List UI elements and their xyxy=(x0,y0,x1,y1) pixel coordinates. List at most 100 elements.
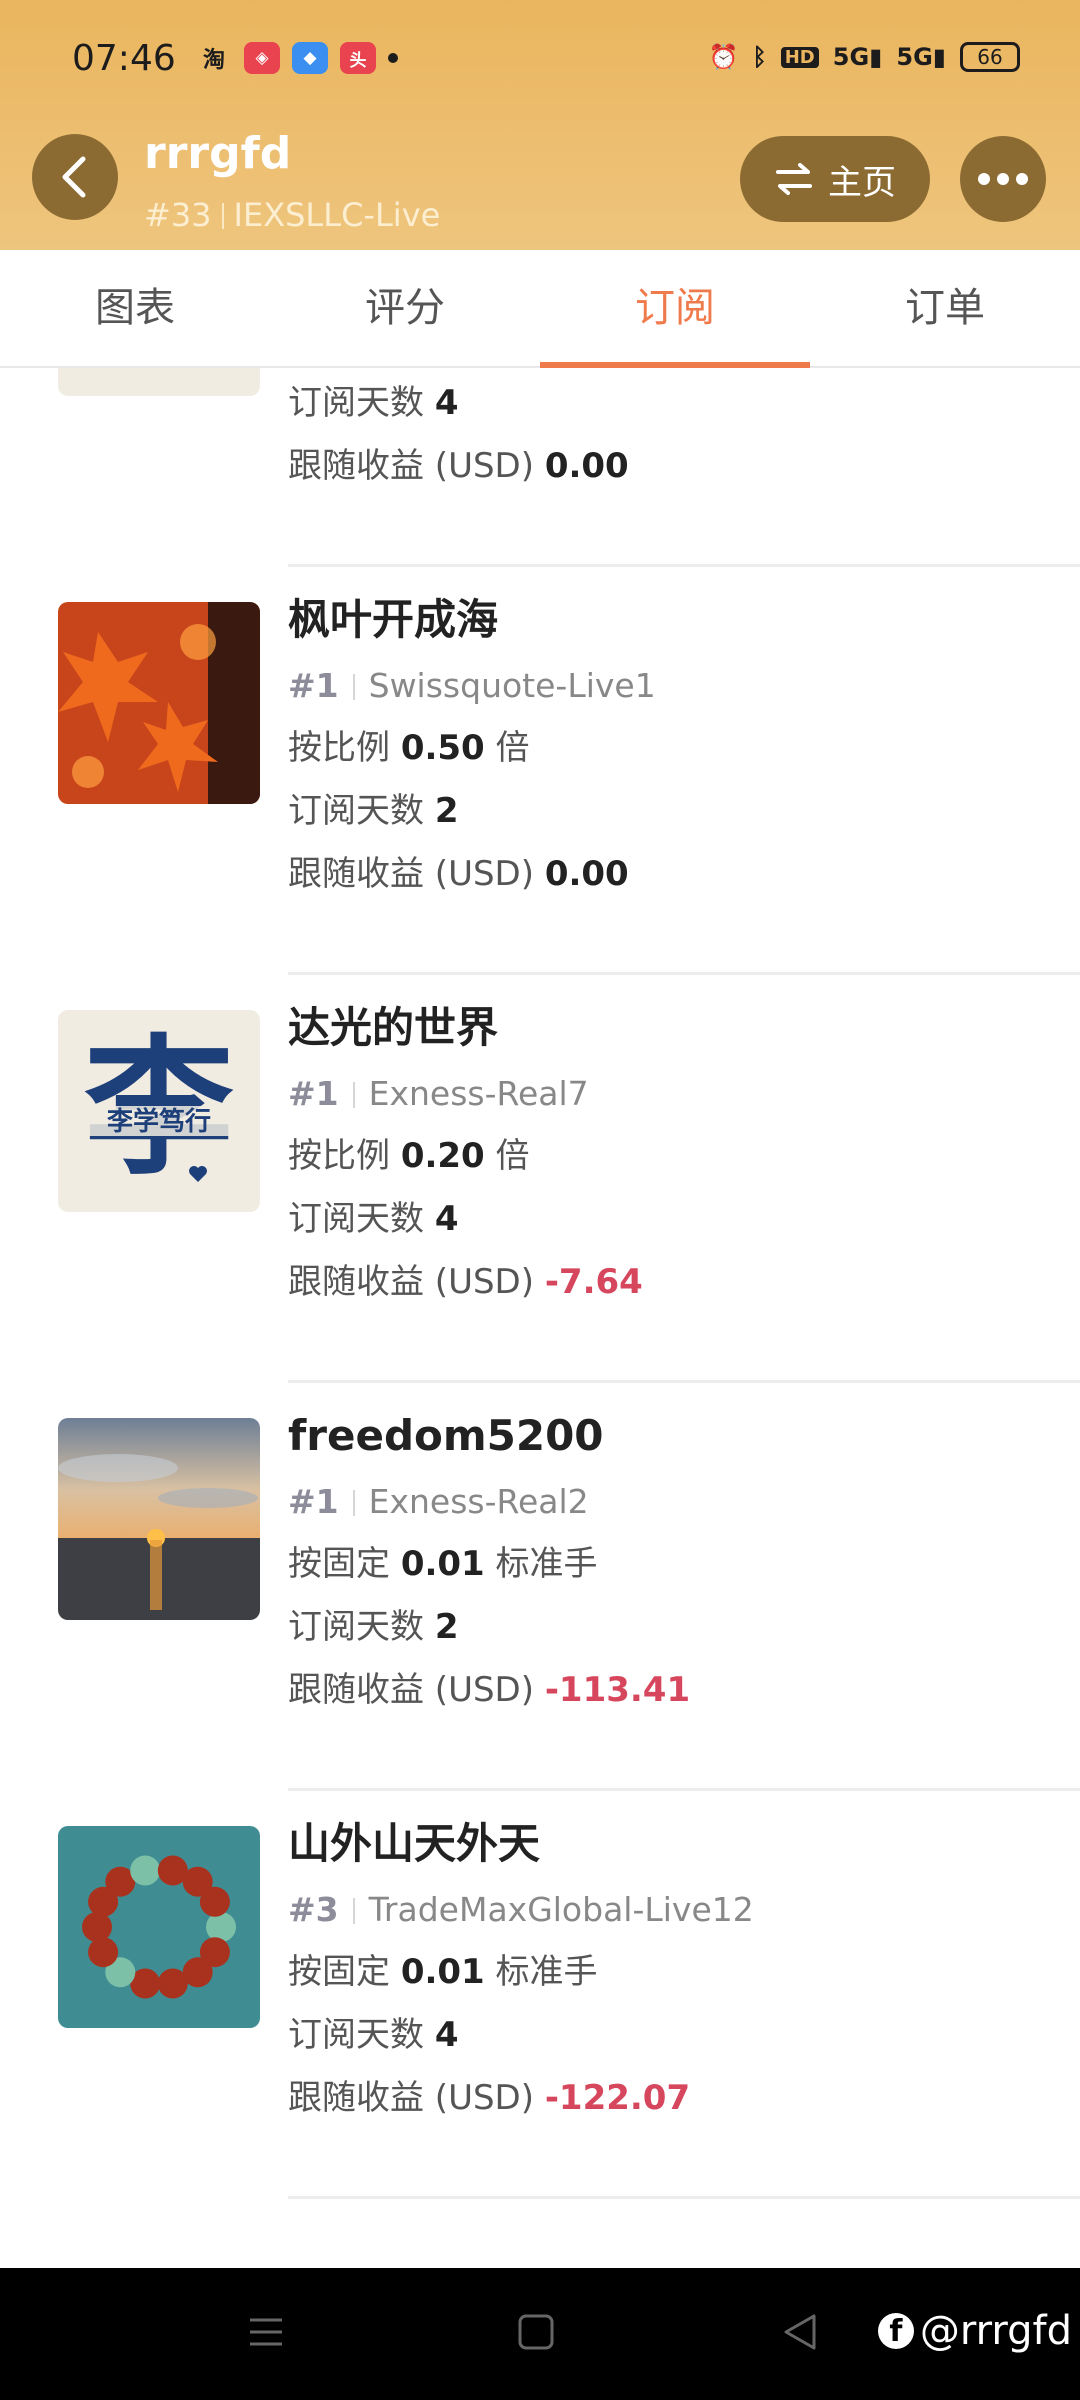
separator xyxy=(352,674,355,700)
copy-mode-unit: 倍 xyxy=(495,728,530,768)
subscription-list[interactable]: 李 李学笃行 #2Exness-Real7 按比例 0.20 倍 订阅天数 4 … xyxy=(0,368,1080,2268)
provider-name[interactable]: 山外山天外天 xyxy=(288,1810,754,1878)
follow-profit-label: 跟随收益 (USD) xyxy=(288,854,534,894)
status-time: 07:46 xyxy=(72,38,176,79)
subscription-info: freedom5200 #1 Exness-Real2 按固定 0.01 标准手 … xyxy=(288,1402,690,1722)
subscription-item[interactable]: 山外山天外天 #3 TradeMaxGlobal-Live12 按固定 0.01 … xyxy=(0,1790,1080,2199)
provider-server: TradeMaxGlobal-Live12 xyxy=(368,1890,754,1929)
subscription-days-label: 订阅天数 xyxy=(288,2015,424,2055)
copy-mode-value: 0.01 xyxy=(400,1544,485,1584)
subscription-days-label: 订阅天数 xyxy=(288,791,424,831)
signal-icon-2: 5G▮ xyxy=(896,43,946,71)
header-server: IEXSLLC-Live xyxy=(233,196,441,234)
battery-icon: 66 xyxy=(960,42,1020,72)
separator xyxy=(352,1082,355,1108)
tab-rating[interactable]: 评分 xyxy=(270,250,540,366)
subscription-info: 枫叶开成海 #1 Swissquote-Live1 按比例 0.50 倍 订阅天数… xyxy=(288,586,656,906)
provider-avatar[interactable] xyxy=(58,602,260,804)
provider-server: Exness-Real2 xyxy=(368,1482,589,1521)
subscription-days-value: 2 xyxy=(434,1607,459,1647)
bluetooth-icon: ᛒ xyxy=(752,43,767,71)
chevron-left-icon xyxy=(62,156,86,198)
copy-mode-value: 0.50 xyxy=(400,728,485,768)
signal-icon: 5G▮ xyxy=(832,43,883,71)
more-button[interactable] xyxy=(960,136,1046,222)
app-notification-icon: ◈ xyxy=(244,42,280,74)
provider-rank-line: #1 Exness-Real2 xyxy=(288,1470,690,1533)
browser-icon: ◆ xyxy=(292,42,328,74)
follow-profit-row: 跟随收益 (USD) -122.07 xyxy=(288,2067,754,2130)
provider-avatar[interactable]: 李 李学笃行 xyxy=(58,1010,260,1212)
copy-mode-row: 按固定 0.01 标准手 xyxy=(288,1533,690,1596)
more-notifications-dot-icon xyxy=(388,53,398,63)
system-nav-bar: f @rrrgfd xyxy=(0,2268,1080,2400)
provider-rank: #1 xyxy=(288,666,339,705)
copy-mode-unit: 标准手 xyxy=(495,1952,598,1992)
provider-avatar[interactable]: 李 李学笃行 xyxy=(58,368,260,396)
follow-profit-value: 0.00 xyxy=(544,854,629,894)
svg-text:李: 李 xyxy=(84,368,234,380)
subscription-info: 山外山天外天 #3 TradeMaxGlobal-Live12 按固定 0.01 … xyxy=(288,1810,754,2130)
follow-profit-row: 跟随收益 (USD) 0.00 xyxy=(288,435,629,498)
provider-rank-line: #1 Exness-Real7 xyxy=(288,1062,643,1125)
follow-profit-label: 跟随收益 (USD) xyxy=(288,2078,534,2118)
facebook-icon: f xyxy=(877,2313,914,2349)
separator xyxy=(221,203,224,229)
tab-chart[interactable]: 图表 xyxy=(0,250,270,366)
home-button[interactable]: 主页 xyxy=(740,136,930,222)
menu-icon[interactable] xyxy=(246,2312,286,2352)
subscription-item[interactable]: 李 李学笃行 达光的世界 #1 Exness-Real7 按比例 0.20 倍 订… xyxy=(0,974,1080,1383)
follow-profit-value: 0.00 xyxy=(544,446,629,486)
more-dot xyxy=(997,173,1009,185)
provider-server: Swissquote-Live1 xyxy=(368,666,656,705)
back-nav-icon[interactable] xyxy=(780,2312,820,2352)
switch-arrows-icon xyxy=(776,163,812,195)
provider-name[interactable]: freedom5200 xyxy=(288,1402,690,1470)
provider-avatar[interactable] xyxy=(58,1826,260,2028)
status-bar: 07:46 淘 ◈ ◆ 头 ⏰ ᛒ HD 5G▮ 5G▮ 66 xyxy=(0,38,1080,88)
separator xyxy=(352,1490,355,1516)
follow-profit-label: 跟随收益 (USD) xyxy=(288,1670,534,1710)
home-nav-icon[interactable] xyxy=(516,2312,556,2352)
more-dots-icon xyxy=(978,173,990,185)
copy-mode-row: 按固定 0.01 标准手 xyxy=(288,1941,754,2004)
subscription-info: 达光的世界 #1 Exness-Real7 按比例 0.20 倍 订阅天数 4 跟… xyxy=(288,994,643,1314)
copy-mode-unit: 倍 xyxy=(495,1136,530,1176)
follow-profit-value: -122.07 xyxy=(544,2078,691,2118)
tab-orders[interactable]: 订单 xyxy=(810,250,1080,366)
copy-mode-label: 按比例 xyxy=(288,1136,390,1176)
tab-subscriptions[interactable]: 订阅 xyxy=(540,250,810,368)
header-rank: #33 xyxy=(144,196,212,234)
subscription-days-row: 订阅天数 4 xyxy=(288,2004,754,2067)
separator xyxy=(352,1898,355,1924)
follow-profit-label: 跟随收益 (USD) xyxy=(288,1262,534,1302)
subscription-days-value: 4 xyxy=(434,1199,459,1239)
tab-bar: 图表 评分 订阅 订单 xyxy=(0,250,1080,368)
copy-mode-value: 0.20 xyxy=(400,1136,485,1176)
follow-profit-value: -113.41 xyxy=(544,1670,691,1710)
provider-name[interactable]: 达光的世界 xyxy=(288,994,643,1062)
taobao-icon: 淘 xyxy=(202,48,225,73)
app-header: 07:46 淘 ◈ ◆ 头 ⏰ ᛒ HD 5G▮ 5G▮ 66 rrrgfd #… xyxy=(0,0,1080,250)
subscription-item[interactable]: freedom5200 #1 Exness-Real2 按固定 0.01 标准手 … xyxy=(0,1382,1080,1791)
subscription-info: #2Exness-Real7 按比例 0.20 倍 订阅天数 4 跟随收益 (U… xyxy=(288,368,629,498)
provider-avatar[interactable] xyxy=(58,1418,260,1620)
watermark: f @rrrgfd xyxy=(877,2308,1072,2354)
subscription-days-row: 订阅天数 4 xyxy=(288,372,629,435)
subscription-item[interactable]: 枫叶开成海 #1 Swissquote-Live1 按比例 0.50 倍 订阅天数… xyxy=(0,566,1080,975)
subscription-days-value: 2 xyxy=(434,791,459,831)
provider-rank: #1 xyxy=(288,1482,339,1521)
notification-icons: 淘 ◈ ◆ 头 xyxy=(196,42,398,74)
subscription-days-row: 订阅天数 2 xyxy=(288,1596,690,1659)
subscription-item[interactable]: 李 李学笃行 #2Exness-Real7 按比例 0.20 倍 订阅天数 4 … xyxy=(0,368,1080,567)
status-indicators: ⏰ ᛒ HD 5G▮ 5G▮ 66 xyxy=(708,42,1020,72)
copy-mode-row: 按比例 0.50 倍 xyxy=(288,717,656,780)
copy-mode-label: 按固定 xyxy=(288,1544,390,1584)
follow-profit-row: 跟随收益 (USD) -113.41 xyxy=(288,1659,690,1722)
provider-rank: #3 xyxy=(288,1890,339,1929)
provider-name[interactable]: 枫叶开成海 xyxy=(288,586,656,654)
provider-rank-line: #3 TradeMaxGlobal-Live12 xyxy=(288,1878,754,1941)
back-button[interactable] xyxy=(32,134,118,220)
subscription-days-value: 4 xyxy=(434,383,459,423)
copy-mode-label: 按比例 xyxy=(288,728,390,768)
